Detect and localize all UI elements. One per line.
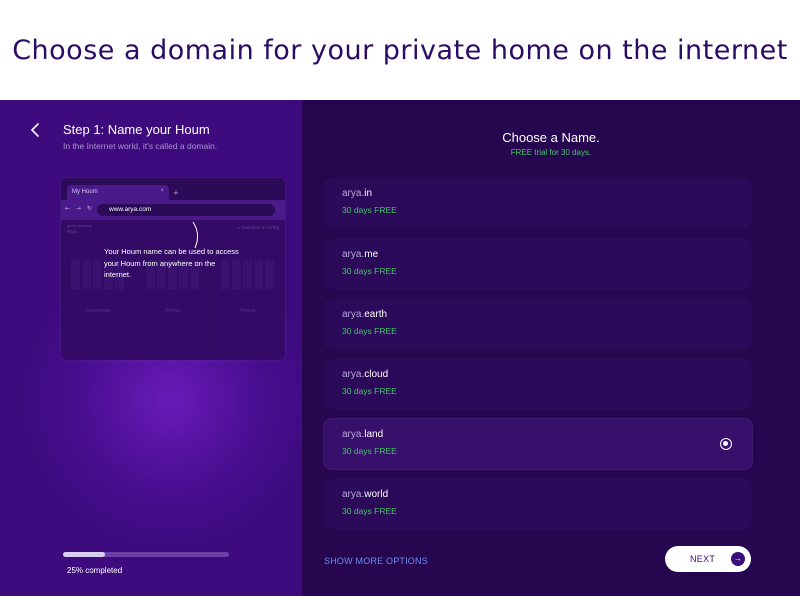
browser-tab-bar: My Houm × + [61,178,285,200]
domain-option[interactable]: arya.world 30 days FREE [324,479,752,529]
browser-nav-icons: ← → ↻ [65,205,94,212]
browser-tab: My Houm × [67,185,169,200]
browser-url: www.arya.com [97,204,275,216]
domain-prefix: arya. [342,249,365,260]
page-headline: Choose a domain for your private home on… [12,34,788,66]
onboarding-stage: Step 1: Name your Houm In the Internet w… [0,100,800,596]
domain-option-selected[interactable]: arya.land 30 days FREE [324,419,752,469]
domain-name: arya.in [342,188,372,199]
next-button[interactable]: NEXT → [665,546,751,572]
domain-prefix: arya. [342,429,365,440]
browser-address-bar: ← → ↻ www.arya.com [61,200,285,220]
free-trial-tag: 30 days FREE [342,506,397,516]
free-trial-tag: 30 days FREE [342,386,397,396]
domain-name: arya.land [342,429,383,440]
arrow-right-icon: → [731,552,745,566]
progress-bar [63,552,229,557]
domain-tld: earth [364,309,388,320]
browser-preview-illustration: My Houm × + ← → ↻ www.arya.com good morn… [61,178,285,360]
radio-selected-icon[interactable] [720,438,732,450]
browser-tab-label: My Houm [72,189,98,195]
step-panel: Step 1: Name your Houm In the Internet w… [0,100,302,596]
tab-close-icon: × [160,188,164,194]
step-title: Step 1: Name your Houm [63,122,210,137]
domain-option[interactable]: arya.in 30 days FREE [324,178,752,228]
domain-prefix: arya. [342,309,365,320]
domain-picker-panel: Choose a Name. FREE trial for 30 days. a… [302,100,800,596]
domain-name: arya.world [342,489,388,500]
callout-text: Your Houm name can be used to access you… [104,247,239,279]
domain-tld: land [364,429,384,440]
domain-option[interactable]: arya.cloud 30 days FREE [324,359,752,409]
domain-tld: cloud [364,369,389,380]
domain-tld: me [364,249,379,260]
back-arrow-icon[interactable] [28,122,42,138]
domain-name: arya.me [342,249,378,260]
free-trial-tag: 30 days FREE [342,205,397,215]
progress-fill [63,552,105,557]
free-trial-tag: 30 days FREE [342,326,397,336]
domain-tld: in [364,188,373,199]
domain-prefix: arya. [342,369,365,380]
new-tab-icon: + [173,189,179,197]
domain-tld: world [364,489,389,500]
domain-option[interactable]: arya.me 30 days FREE [324,239,752,289]
show-more-options-link[interactable]: SHOW MORE OPTIONS [324,556,428,566]
domain-name: arya.cloud [342,369,388,380]
domain-option[interactable]: arya.earth 30 days FREE [324,299,752,349]
picker-subtitle: FREE trial for 30 days. [510,148,592,157]
next-button-label: NEXT [690,554,716,564]
step-subtitle: In the Internet world, it's called a dom… [63,141,218,151]
progress-label: 25% completed [67,566,123,575]
domain-prefix: arya. [342,188,365,199]
free-trial-tag: 30 days FREE [342,266,397,276]
domain-prefix: arya. [342,489,365,500]
free-trial-tag: 30 days FREE [342,446,397,456]
mock-dim-overlay [61,220,285,360]
picker-title: Choose a Name. [502,130,600,145]
domain-name: arya.earth [342,309,387,320]
